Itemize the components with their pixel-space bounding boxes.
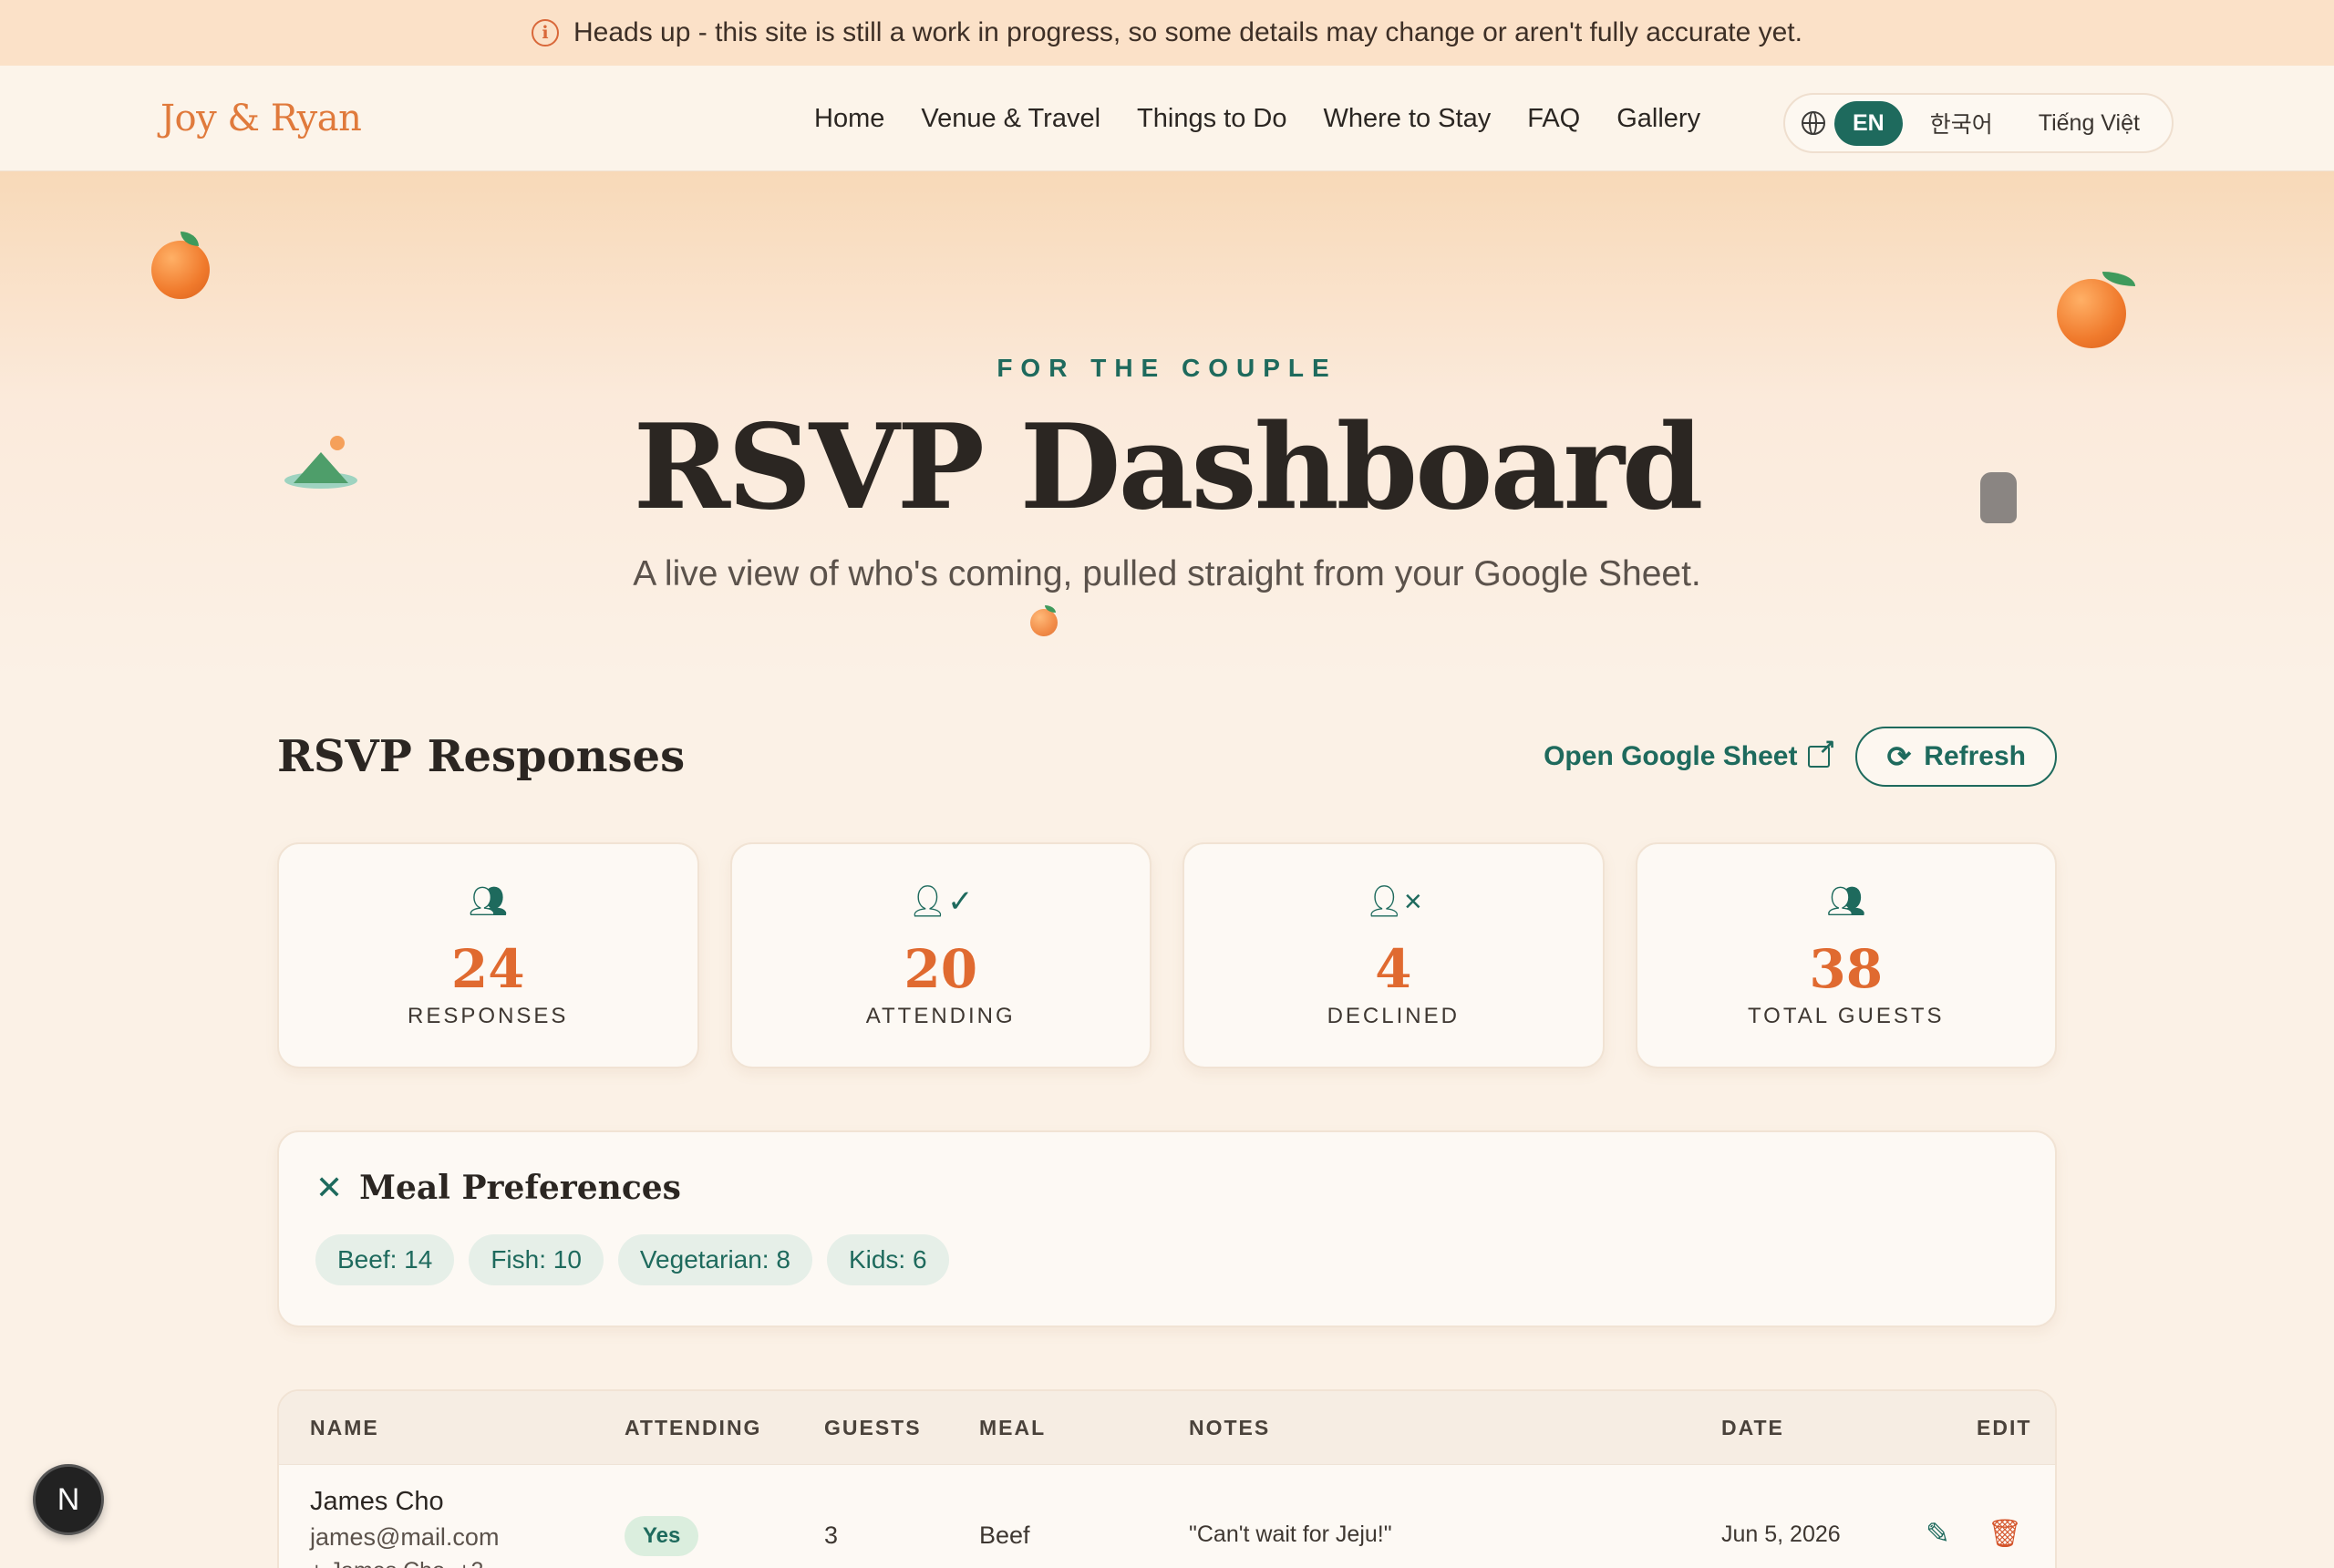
table-row[interactable]: James Cho james@mail.com + James Cho, +2…: [279, 1464, 2055, 1568]
trash-icon[interactable]: 🗑︎: [1988, 1518, 2022, 1550]
pencil-icon[interactable]: ✎: [1926, 1516, 1950, 1551]
column-header-edit: EDIT: [1977, 1415, 2032, 1439]
meal-chip-vegetarian: Vegetarian: 8: [617, 1234, 812, 1285]
stat-value: 4: [1375, 938, 1412, 1000]
nav-link-faq[interactable]: FAQ: [1527, 104, 1580, 134]
banner-text: Heads up - this site is still a work in …: [573, 17, 1802, 47]
nav-link-home[interactable]: Home: [814, 104, 884, 134]
nextjs-dev-badge[interactable]: N: [33, 1464, 104, 1535]
meal-preferences-card: ✕ Meal Preferences Beef: 14 Fish: 10 Veg…: [277, 1130, 2057, 1327]
guest-email: james@mail.com: [310, 1523, 500, 1551]
lang-en-button[interactable]: EN: [1834, 100, 1903, 146]
column-header-attending[interactable]: ATTENDING: [625, 1416, 761, 1440]
refresh-label: Refresh: [1924, 741, 2026, 771]
table-header: NAME ATTENDING GUESTS MEAL NOTES DATE ED…: [279, 1391, 2055, 1464]
stat-card-responses: 👥︎ 24 RESPONSES: [277, 842, 699, 1068]
guest-count: 3: [824, 1522, 839, 1549]
globe-icon: [1802, 111, 1825, 135]
user-x-icon: 👤︎×: [1364, 884, 1422, 919]
stat-card-declined: 👤︎× 4 DECLINED: [1182, 842, 1605, 1068]
page-subtitle: A live view of who's coming, pulled stra…: [633, 554, 1701, 593]
orange-icon: [151, 232, 213, 299]
column-header-meal[interactable]: MEAL: [979, 1416, 1046, 1440]
meal-choice: Beef: [979, 1522, 1030, 1549]
rsvp-table: NAME ATTENDING GUESTS MEAL NOTES DATE ED…: [277, 1389, 2057, 1568]
meal-chip-kids: Kids: 6: [826, 1234, 949, 1285]
hero-eyebrow: FOR THE COUPLE: [997, 354, 1337, 382]
guest-name: James Cho: [310, 1487, 444, 1516]
tangerine-icon: [1030, 605, 1059, 636]
refresh-icon: ⟳: [1886, 740, 1912, 773]
external-link-icon: [1808, 735, 1835, 768]
wip-banner: i Heads up - this site is still a work i…: [0, 0, 2334, 66]
info-circle-icon: i: [532, 19, 559, 46]
meal-chip-beef: Beef: 14: [315, 1234, 455, 1285]
language-switcher: EN 한국어 Tiếng Việt: [1783, 93, 2174, 153]
responses-header: RSVP Responses Open Google Sheet ⟳ Refre…: [277, 720, 2057, 793]
meal-chips: Beef: 14 Fish: 10 Vegetarian: 8 Kids: 6: [315, 1234, 2019, 1285]
users-icon: 👥︎: [468, 884, 508, 919]
stat-value: 24: [450, 938, 525, 1000]
utensils-crossed-icon: ✕: [315, 1169, 344, 1206]
column-header-notes[interactable]: NOTES: [1189, 1416, 1270, 1440]
lang-ko-button[interactable]: 한국어: [1912, 98, 2011, 149]
page-title: RSVP Dashboard: [633, 399, 1704, 536]
stat-value: 38: [1809, 938, 1884, 1000]
user-check-icon: 👤︎✓: [907, 884, 974, 919]
nav-link-things-to-do[interactable]: Things to Do: [1137, 104, 1286, 134]
guest-party: + James Cho, +2: [310, 1558, 483, 1568]
nav-link-venue-travel[interactable]: Venue & Travel: [921, 104, 1100, 134]
column-header-name[interactable]: NAME: [310, 1416, 379, 1440]
section-title: RSVP Responses: [277, 731, 686, 782]
stat-label: DECLINED: [1327, 1004, 1460, 1028]
header-actions: Open Google Sheet ⟳ Refresh: [1544, 727, 2057, 787]
guest-notes: "Can't wait for Jeju!": [1189, 1522, 1392, 1547]
rsvp-date: Jun 5, 2026: [1721, 1522, 1841, 1547]
meal-title: Meal Preferences: [359, 1169, 681, 1207]
stat-label: TOTAL GUESTS: [1747, 1004, 1945, 1028]
open-google-sheet-link[interactable]: Open Google Sheet: [1544, 735, 1835, 772]
hero: FOR THE COUPLE RSVP Dashboard A live vie…: [0, 171, 2334, 682]
stats-row: 👥︎ 24 RESPONSES 👤︎✓ 20 ATTENDING 👤︎× 4 D…: [277, 842, 2057, 1068]
brand-logo[interactable]: Joy & Ryan: [160, 98, 362, 139]
meal-header: ✕ Meal Preferences: [315, 1169, 2019, 1207]
stat-card-total-guests: 👥︎ 38 TOTAL GUESTS: [1635, 842, 2057, 1068]
orange-icon: [2057, 272, 2139, 348]
column-header-date[interactable]: DATE: [1721, 1416, 1784, 1440]
top-nav: Joy & Ryan Home Venue & Travel Things to…: [0, 66, 2334, 171]
nav-link-where-to-stay[interactable]: Where to Stay: [1323, 104, 1491, 134]
attending-badge: Yes: [625, 1516, 699, 1556]
refresh-button[interactable]: ⟳ Refresh: [1855, 727, 2057, 787]
users-icon: 👥︎: [1826, 884, 1866, 919]
stat-card-attending: 👤︎✓ 20 ATTENDING: [729, 842, 1152, 1068]
stat-label: ATTENDING: [865, 1004, 1016, 1028]
lang-vi-button[interactable]: Tiếng Việt: [2020, 101, 2158, 146]
column-header-guests[interactable]: GUESTS: [824, 1416, 922, 1440]
nav-links: Home Venue & Travel Things to Do Where t…: [814, 66, 1700, 171]
stat-label: RESPONSES: [408, 1004, 569, 1028]
stat-value: 20: [904, 938, 978, 1000]
meal-chip-fish: Fish: 10: [469, 1234, 604, 1285]
open-sheet-label: Open Google Sheet: [1544, 741, 1798, 771]
nav-link-gallery[interactable]: Gallery: [1616, 104, 1700, 134]
